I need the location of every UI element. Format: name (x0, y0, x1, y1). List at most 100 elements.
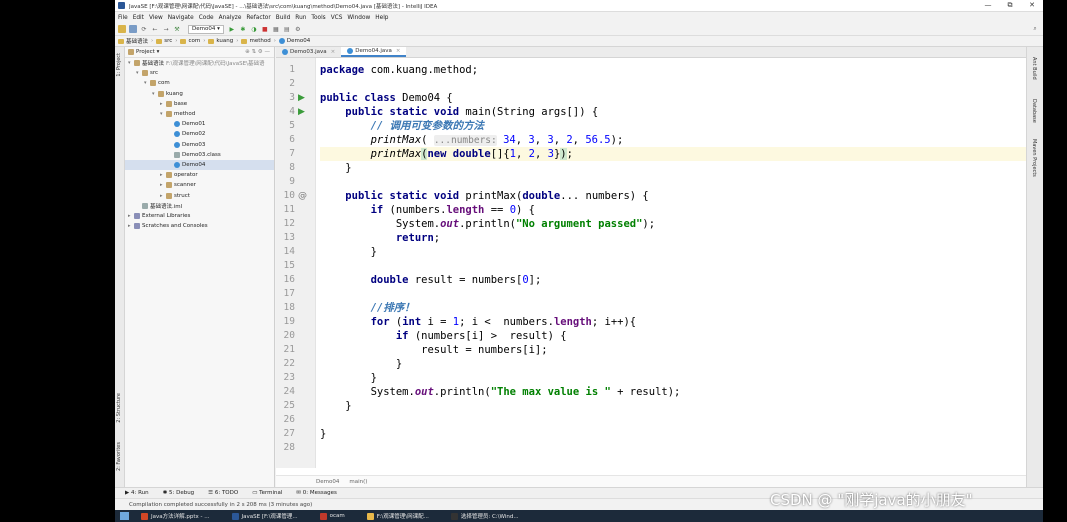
tree-item[interactable]: ▾ method (125, 109, 274, 119)
line-number: 27 (283, 428, 295, 439)
tree-item[interactable]: ▸ Scratches and Consoles (125, 221, 274, 231)
minimize-button[interactable]: — (977, 1, 999, 10)
editor-crumb-class[interactable]: Demo04 (316, 479, 339, 485)
run-tool-tab[interactable]: ▶ 4: Run (125, 490, 149, 496)
tree-item[interactable]: ▾ 基础语法 F:\观课管理\网课配\代码\JavaSE\基础语 (125, 58, 274, 68)
project-panel-gear-icon[interactable]: ⊕ ⇅ ⚙ — (245, 49, 270, 55)
menu-help[interactable]: Help (375, 15, 388, 21)
debug-tool-tab[interactable]: ✱ 5: Debug (163, 490, 195, 496)
search-everywhere-icon[interactable]: ⌕ (1031, 25, 1039, 33)
taskbar-item[interactable]: Java方法详解.pptx - ... (141, 512, 210, 520)
database-tab[interactable]: Database (1031, 99, 1037, 123)
run-gutter-icon[interactable]: ▶ (298, 91, 306, 105)
tree-item[interactable]: 基础语法.iml (125, 201, 274, 211)
breadcrumb-item[interactable]: kuang › (208, 38, 238, 44)
maven-projects-tab[interactable]: Maven Projects (1031, 139, 1037, 177)
breadcrumb-item[interactable]: 基础语法 › (118, 37, 153, 45)
breadcrumb-item[interactable]: method › (241, 38, 276, 44)
ant-build-tab[interactable]: Ant Build (1031, 57, 1037, 80)
tree-item[interactable]: Demo02 (125, 129, 274, 139)
run-config-select[interactable]: Demo04 ▾ (188, 24, 224, 34)
tree-item[interactable]: ▸ base (125, 99, 274, 109)
folder-icon (166, 182, 172, 189)
debug-icon[interactable]: ✱ (239, 25, 247, 33)
menu-code[interactable]: Code (199, 15, 214, 21)
line-number: 23 (283, 372, 295, 383)
run-gutter-icon[interactable]: ▶ (298, 105, 306, 119)
app-icon (319, 512, 327, 520)
back-arrow-icon[interactable]: ← (151, 25, 159, 33)
tree-item[interactable]: ▾ com (125, 78, 274, 88)
tree-item[interactable]: Demo01 (125, 119, 274, 129)
project-tree: ▾ 基础语法 F:\观课管理\网课配\代码\JavaSE\基础语 ▾ src ▾ com ▾ k… (125, 58, 274, 231)
save-all-icon[interactable] (129, 25, 137, 33)
project-tool-tab[interactable]: 1: Project (116, 53, 122, 77)
code-line: } (320, 162, 352, 174)
menu-file[interactable]: File (118, 15, 128, 21)
run-icon[interactable]: ▶ (228, 25, 236, 33)
tab-demo03[interactable]: Demo03.java × (276, 47, 341, 57)
taskbar-item[interactable]: F:\观课管理\网课配... (366, 512, 429, 520)
menu-vcs[interactable]: VCS (331, 15, 343, 21)
menu-analyze[interactable]: Analyze (219, 15, 242, 21)
tree-item[interactable]: ▸ operator (125, 170, 274, 180)
project-structure-icon[interactable]: ▦ (272, 25, 280, 33)
tree-item[interactable]: ▸ struct (125, 190, 274, 200)
taskbar-item-label: JavaSE [F:\观课管理... (241, 514, 298, 520)
windows-start-icon[interactable] (120, 512, 129, 520)
breadcrumb-item[interactable]: Demo04 (278, 38, 310, 44)
breadcrumb-item[interactable]: src › (156, 38, 177, 44)
intellij-app-icon (118, 2, 125, 9)
menu-build[interactable]: Build (276, 15, 291, 21)
structure-tool-tab[interactable]: 2: Structure (116, 393, 122, 423)
stop-icon[interactable]: ■ (261, 25, 269, 33)
maximize-button[interactable]: ⧉ (999, 1, 1021, 10)
forward-arrow-icon[interactable]: → (162, 25, 170, 33)
build-hammer-icon[interactable]: ⚒ (173, 25, 181, 33)
override-gutter-icon[interactable]: @ (298, 189, 307, 203)
line-number: 18 (283, 302, 295, 313)
code-line: } (320, 246, 377, 258)
menu-edit[interactable]: Edit (133, 15, 144, 21)
terminal-tool-tab[interactable]: ▭ Terminal (252, 490, 282, 496)
editor-crumb-method[interactable]: main() (349, 479, 367, 485)
line-number: 22 (283, 358, 295, 369)
close-button[interactable]: ✕ (1021, 1, 1043, 10)
tree-item[interactable]: Demo03.class (125, 150, 274, 160)
menu-window[interactable]: Window (347, 15, 370, 21)
sync-icon[interactable]: ⟳ (140, 25, 148, 33)
project-view-select[interactable]: Project ▾ (136, 49, 159, 55)
settings-icon[interactable]: ⚙ (294, 25, 302, 33)
coverage-icon[interactable]: ◑ (250, 25, 258, 33)
favorites-tool-tab[interactable]: 2: Favorites (116, 442, 122, 471)
menu-run[interactable]: Run (295, 15, 306, 21)
taskbar-item[interactable]: JavaSE [F:\观课管理... (231, 512, 298, 520)
tree-item[interactable]: ▸ scanner (125, 180, 274, 190)
messages-tool-tab[interactable]: ✉ 0: Messages (296, 490, 336, 496)
code-line: // 调用可变参数的方法 (370, 120, 485, 132)
folder-icon (166, 172, 172, 179)
menu-tools[interactable]: Tools (311, 15, 325, 21)
tree-item[interactable]: ▾ src (125, 68, 274, 78)
menu-refactor[interactable]: Refactor (246, 15, 270, 21)
tab-demo04[interactable]: Demo04.java × (341, 47, 407, 57)
close-tab-icon[interactable]: × (331, 49, 336, 55)
taskbar-item[interactable]: 选择管理员: C:\Wind... (450, 512, 519, 520)
breadcrumb-item[interactable]: com › (180, 38, 205, 44)
tree-item[interactable]: ▾ kuang (125, 89, 274, 99)
folder-icon (241, 38, 248, 44)
sdk-icon[interactable]: ▤ (283, 25, 291, 33)
tree-item-label: External Libraries (142, 212, 191, 219)
line-number: 1 (289, 64, 295, 75)
tree-item[interactable]: Demo03 (125, 140, 274, 150)
tree-item[interactable]: Demo04 (125, 159, 274, 171)
code-area[interactable]: package com.kuang.method; public class D… (320, 58, 1043, 468)
taskbar-item[interactable]: ocam (319, 512, 345, 520)
close-tab-icon[interactable]: × (396, 48, 401, 54)
todo-tool-tab[interactable]: ☰ 6: TODO (208, 490, 238, 496)
menu-view[interactable]: View (149, 15, 163, 21)
menu-navigate[interactable]: Navigate (168, 15, 194, 21)
tree-item[interactable]: ▸ External Libraries (125, 211, 274, 221)
open-folder-icon[interactable] (118, 25, 126, 33)
